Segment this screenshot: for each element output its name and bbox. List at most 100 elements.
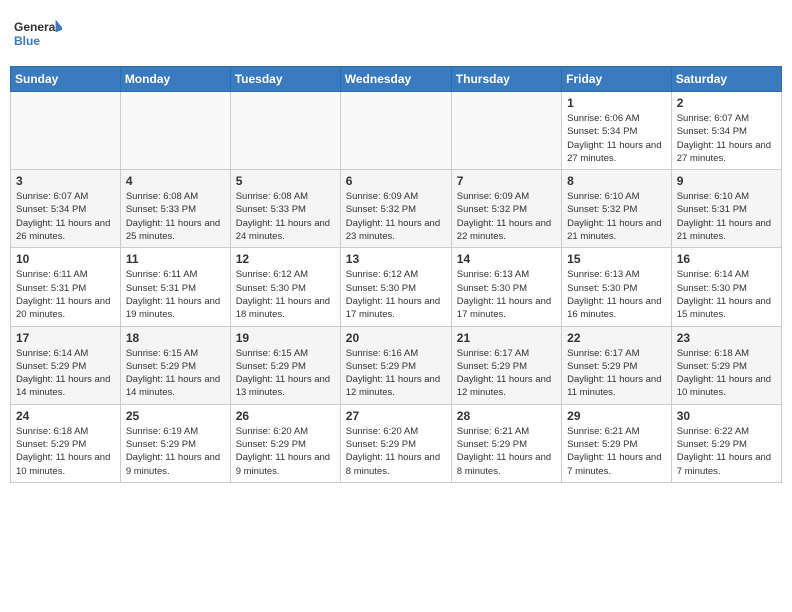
day-info: Sunrise: 6:12 AM Sunset: 5:30 PM Dayligh… [346,268,446,321]
calendar-cell: 20Sunrise: 6:16 AM Sunset: 5:29 PM Dayli… [340,326,451,404]
day-info: Sunrise: 6:10 AM Sunset: 5:31 PM Dayligh… [677,190,776,243]
day-info: Sunrise: 6:07 AM Sunset: 5:34 PM Dayligh… [16,190,115,243]
day-number: 29 [567,409,666,423]
calendar-cell [340,92,451,170]
day-info: Sunrise: 6:12 AM Sunset: 5:30 PM Dayligh… [236,268,335,321]
svg-text:General: General [14,20,59,34]
svg-text:Blue: Blue [14,34,40,48]
calendar-cell: 2 Sunrise: 6:07 AM Sunset: 5:34 PM Daylig… [671,92,781,170]
day-number: 25 [126,409,225,423]
page-header: General Blue [10,10,782,58]
day-number: 22 [567,331,666,345]
day-info: Sunrise: 6:09 AM Sunset: 5:32 PM Dayligh… [457,190,556,243]
weekday-header-tuesday: Tuesday [230,67,340,92]
calendar-cell: 26Sunrise: 6:20 AM Sunset: 5:29 PM Dayli… [230,404,340,482]
week-row-5: 24 Sunrise: 6:18 AM Sunset: 5:29 PM Dayli… [11,404,782,482]
day-number: 11 [126,252,225,266]
day-info: Sunrise: 6:14 AM Sunset: 5:29 PM Dayligh… [16,347,115,400]
day-info: Sunrise: 6:20 AM Sunset: 5:29 PM Dayligh… [236,425,335,478]
day-info: Sunrise: 6:18 AM Sunset: 5:29 PM Dayligh… [677,347,776,400]
calendar-cell: 10Sunrise: 6:11 AM Sunset: 5:31 PM Dayli… [11,248,121,326]
day-info: Sunrise: 6:15 AM Sunset: 5:29 PM Dayligh… [126,347,225,400]
calendar-cell: 3 Sunrise: 6:07 AM Sunset: 5:34 PM Daylig… [11,170,121,248]
day-info: Sunrise: 6:08 AM Sunset: 5:33 PM Dayligh… [126,190,225,243]
calendar-cell [230,92,340,170]
calendar-cell: 27 Sunrise: 6:20 AM Sunset: 5:29 PM Dayli… [340,404,451,482]
calendar-cell: 21 Sunrise: 6:17 AM Sunset: 5:29 PM Dayli… [451,326,561,404]
day-info: Sunrise: 6:21 AM Sunset: 5:29 PM Dayligh… [457,425,556,478]
day-number: 24 [16,409,115,423]
calendar-cell: 13 Sunrise: 6:12 AM Sunset: 5:30 PM Dayli… [340,248,451,326]
day-number: 20 [346,331,446,345]
day-info: Sunrise: 6:14 AM Sunset: 5:30 PM Dayligh… [677,268,776,321]
calendar-cell: 5 Sunrise: 6:08 AM Sunset: 5:33 PM Daylig… [230,170,340,248]
weekday-header-saturday: Saturday [671,67,781,92]
calendar-cell: 17 Sunrise: 6:14 AM Sunset: 5:29 PM Dayli… [11,326,121,404]
calendar-table: SundayMondayTuesdayWednesdayThursdayFrid… [10,66,782,483]
day-number: 7 [457,174,556,188]
calendar-cell [451,92,561,170]
weekday-header-friday: Friday [562,67,672,92]
calendar-cell: 19Sunrise: 6:15 AM Sunset: 5:29 PM Dayli… [230,326,340,404]
logo: General Blue [14,10,62,58]
day-number: 5 [236,174,335,188]
day-info: Sunrise: 6:17 AM Sunset: 5:29 PM Dayligh… [457,347,556,400]
day-info: Sunrise: 6:22 AM Sunset: 5:29 PM Dayligh… [677,425,776,478]
calendar-cell: 23 Sunrise: 6:18 AM Sunset: 5:29 PM Dayli… [671,326,781,404]
weekday-header-monday: Monday [120,67,230,92]
weekday-header-sunday: Sunday [11,67,121,92]
day-info: Sunrise: 6:13 AM Sunset: 5:30 PM Dayligh… [567,268,666,321]
week-row-2: 3 Sunrise: 6:07 AM Sunset: 5:34 PM Daylig… [11,170,782,248]
day-info: Sunrise: 6:17 AM Sunset: 5:29 PM Dayligh… [567,347,666,400]
calendar-cell: 1 Sunrise: 6:06 AM Sunset: 5:34 PM Daylig… [562,92,672,170]
day-number: 23 [677,331,776,345]
calendar-cell: 7 Sunrise: 6:09 AM Sunset: 5:32 PM Daylig… [451,170,561,248]
day-number: 12 [236,252,335,266]
logo-svg: General Blue [14,10,62,58]
calendar-cell [120,92,230,170]
day-number: 27 [346,409,446,423]
calendar-body: 1 Sunrise: 6:06 AM Sunset: 5:34 PM Daylig… [11,92,782,483]
day-number: 14 [457,252,556,266]
day-number: 6 [346,174,446,188]
day-number: 16 [677,252,776,266]
week-row-3: 10Sunrise: 6:11 AM Sunset: 5:31 PM Dayli… [11,248,782,326]
calendar-cell: 4 Sunrise: 6:08 AM Sunset: 5:33 PM Daylig… [120,170,230,248]
weekday-header-thursday: Thursday [451,67,561,92]
day-info: Sunrise: 6:11 AM Sunset: 5:31 PM Dayligh… [126,268,225,321]
day-info: Sunrise: 6:08 AM Sunset: 5:33 PM Dayligh… [236,190,335,243]
day-info: Sunrise: 6:18 AM Sunset: 5:29 PM Dayligh… [16,425,115,478]
day-info: Sunrise: 6:13 AM Sunset: 5:30 PM Dayligh… [457,268,556,321]
day-number: 18 [126,331,225,345]
day-number: 8 [567,174,666,188]
day-info: Sunrise: 6:09 AM Sunset: 5:32 PM Dayligh… [346,190,446,243]
day-number: 15 [567,252,666,266]
calendar-cell: 28 Sunrise: 6:21 AM Sunset: 5:29 PM Dayli… [451,404,561,482]
calendar-cell: 30 Sunrise: 6:22 AM Sunset: 5:29 PM Dayli… [671,404,781,482]
day-info: Sunrise: 6:11 AM Sunset: 5:31 PM Dayligh… [16,268,115,321]
calendar-cell: 14 Sunrise: 6:13 AM Sunset: 5:30 PM Dayli… [451,248,561,326]
day-number: 28 [457,409,556,423]
day-info: Sunrise: 6:06 AM Sunset: 5:34 PM Dayligh… [567,112,666,165]
day-info: Sunrise: 6:20 AM Sunset: 5:29 PM Dayligh… [346,425,446,478]
calendar-cell: 29 Sunrise: 6:21 AM Sunset: 5:29 PM Dayli… [562,404,672,482]
week-row-1: 1 Sunrise: 6:06 AM Sunset: 5:34 PM Daylig… [11,92,782,170]
day-number: 19 [236,331,335,345]
weekday-header-wednesday: Wednesday [340,67,451,92]
day-info: Sunrise: 6:21 AM Sunset: 5:29 PM Dayligh… [567,425,666,478]
day-number: 17 [16,331,115,345]
day-number: 2 [677,96,776,110]
calendar-cell: 18 Sunrise: 6:15 AM Sunset: 5:29 PM Dayli… [120,326,230,404]
day-number: 30 [677,409,776,423]
calendar-cell: 12 Sunrise: 6:12 AM Sunset: 5:30 PM Dayli… [230,248,340,326]
day-info: Sunrise: 6:07 AM Sunset: 5:34 PM Dayligh… [677,112,776,165]
day-number: 21 [457,331,556,345]
day-number: 3 [16,174,115,188]
day-number: 4 [126,174,225,188]
calendar-cell [11,92,121,170]
day-number: 1 [567,96,666,110]
weekday-header-row: SundayMondayTuesdayWednesdayThursdayFrid… [11,67,782,92]
calendar-cell: 9Sunrise: 6:10 AM Sunset: 5:31 PM Daylig… [671,170,781,248]
day-number: 13 [346,252,446,266]
day-info: Sunrise: 6:19 AM Sunset: 5:29 PM Dayligh… [126,425,225,478]
